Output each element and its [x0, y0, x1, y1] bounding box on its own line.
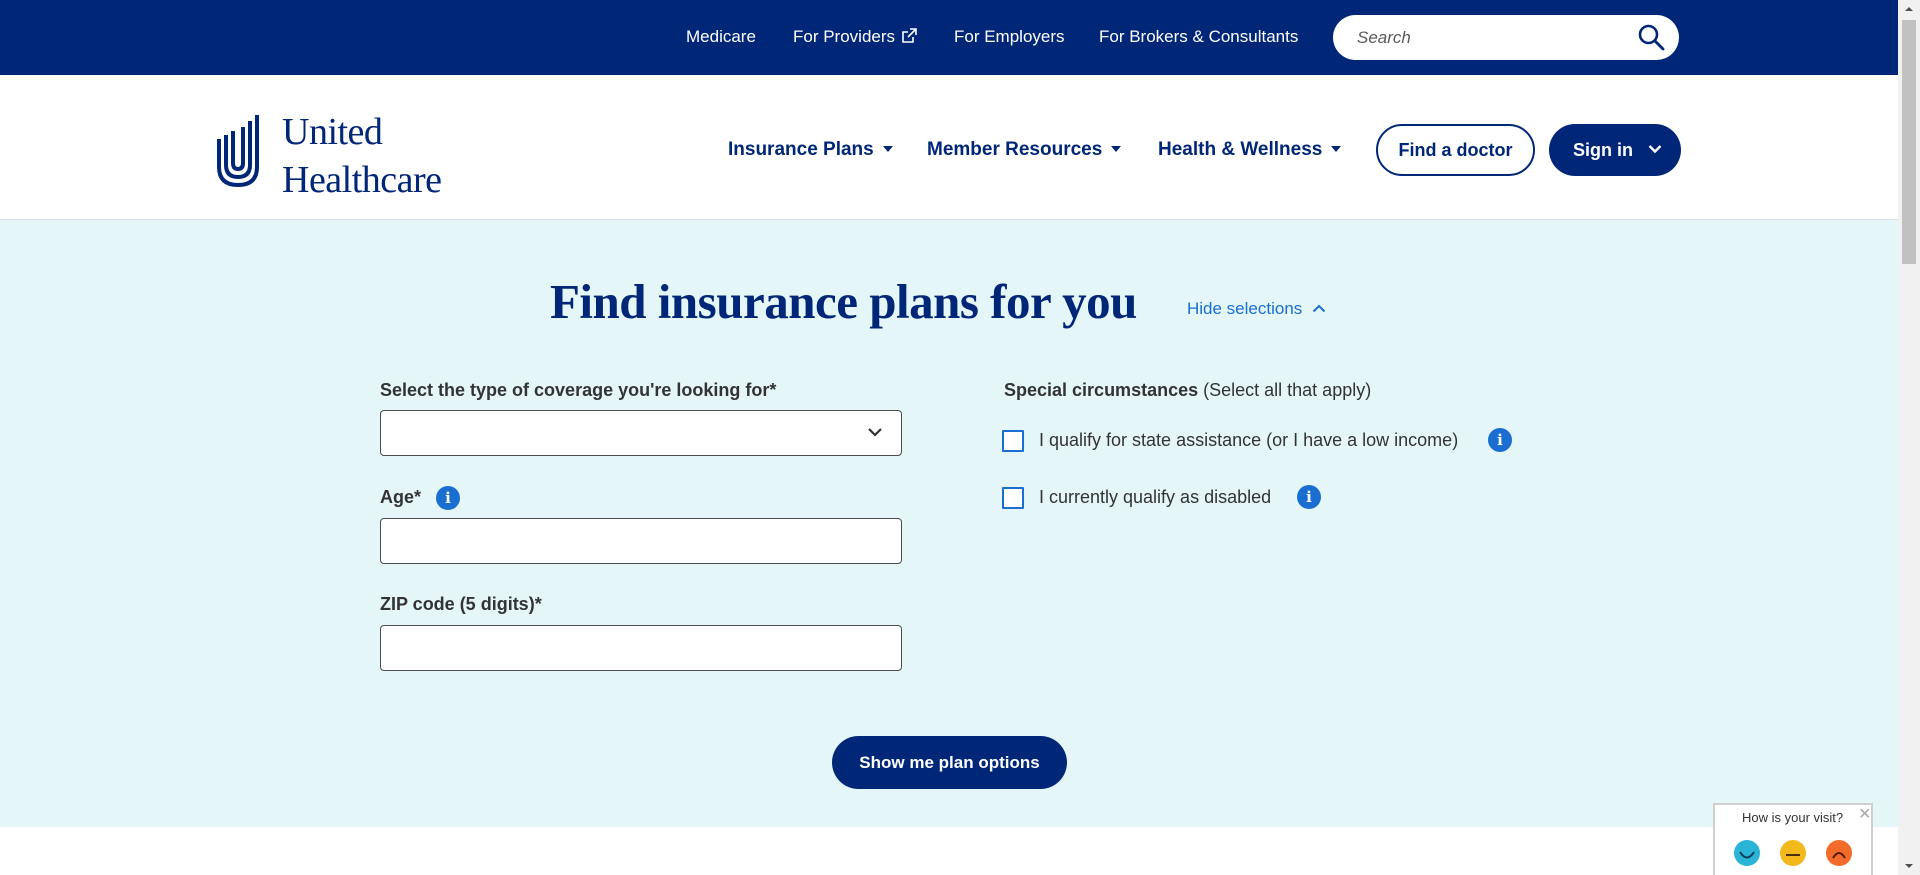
age-input[interactable]: [380, 518, 902, 564]
zip-input[interactable]: [380, 625, 902, 671]
caret-down-icon: [1331, 146, 1342, 152]
show-plan-options-button[interactable]: Show me plan options: [832, 736, 1067, 789]
page-title: Find insurance plans for you: [550, 274, 1137, 329]
plan-finder-section: Find insurance plans for you Hide select…: [0, 220, 1898, 827]
logo-line-1: United: [282, 111, 383, 153]
utility-bar: Medicare For Providers For Employers For…: [0, 0, 1898, 75]
logo-wordmark: United Healthcare: [282, 113, 442, 199]
chevron-down-icon: [868, 428, 882, 437]
age-info-icon[interactable]: i: [436, 486, 460, 510]
uhc-u-mark-icon: [217, 115, 259, 188]
sad-face-icon[interactable]: [1825, 839, 1853, 867]
feedback-widget: How is your visit? ✕: [1713, 803, 1873, 875]
find-a-doctor-button[interactable]: Find a doctor: [1376, 124, 1535, 176]
disabled-info-icon[interactable]: i: [1297, 485, 1321, 509]
state-assistance-checkbox[interactable]: [1002, 430, 1024, 452]
caret-down-icon: [1111, 146, 1122, 152]
hide-selections-toggle[interactable]: Hide selections: [1187, 298, 1326, 320]
coverage-select[interactable]: [380, 410, 902, 456]
link-medicare[interactable]: Medicare: [686, 26, 756, 48]
link-for-providers-label: For Providers: [793, 27, 896, 46]
scroll-up-arrow-icon[interactable]: [1898, 0, 1920, 18]
search-input[interactable]: [1355, 24, 1625, 51]
scroll-down-arrow-icon[interactable]: [1898, 857, 1920, 875]
special-circumstances-heading: Special circumstances (Select all that a…: [1004, 379, 1371, 401]
state-assistance-label[interactable]: I qualify for state assistance (or I hav…: [1039, 429, 1458, 451]
logo-line-2: Healthcare: [282, 159, 442, 201]
chevron-up-icon: [1313, 304, 1326, 313]
chevron-down-icon: [1648, 145, 1662, 154]
nav-health-wellness-label: Health & Wellness: [1158, 139, 1323, 160]
sign-in-label: Sign in: [1573, 140, 1633, 160]
zip-label: ZIP code (5 digits)*: [380, 594, 542, 614]
link-for-employers[interactable]: For Employers: [954, 26, 1065, 48]
scrollbar-thumb[interactable]: [1902, 20, 1916, 264]
special-circumstances-hint: (Select all that apply): [1203, 380, 1372, 400]
disabled-label[interactable]: I currently qualify as disabled: [1039, 486, 1271, 508]
link-for-providers[interactable]: For Providers: [793, 26, 917, 48]
nav-insurance-plans-label: Insurance Plans: [728, 139, 874, 160]
nav-insurance-plans[interactable]: Insurance Plans: [728, 137, 893, 163]
search-icon[interactable]: [1637, 23, 1665, 51]
caret-down-icon: [882, 146, 893, 152]
sign-in-button[interactable]: Sign in: [1549, 124, 1681, 176]
search-box: [1333, 15, 1679, 60]
main-header: United Healthcare Insurance Plans Member…: [0, 75, 1898, 220]
nav-member-resources[interactable]: Member Resources: [927, 137, 1122, 163]
close-icon[interactable]: ✕: [1858, 807, 1871, 823]
disabled-checkbox[interactable]: [1002, 487, 1024, 509]
page-scrollbar[interactable]: [1898, 0, 1920, 875]
age-label: Age*: [380, 487, 422, 507]
nav-member-resources-label: Member Resources: [927, 139, 1103, 160]
special-circumstances-title: Special circumstances: [1004, 380, 1199, 400]
link-for-brokers[interactable]: For Brokers & Consultants: [1099, 26, 1298, 48]
coverage-label: Select the type of coverage you're looki…: [380, 380, 777, 400]
nav-health-wellness[interactable]: Health & Wellness: [1158, 137, 1342, 163]
neutral-face-icon[interactable]: [1779, 839, 1807, 867]
hide-selections-label: Hide selections: [1187, 299, 1303, 318]
unitedhealthcare-logo[interactable]: United Healthcare: [216, 113, 466, 199]
happy-face-icon[interactable]: [1733, 839, 1761, 867]
state-assistance-info-icon[interactable]: i: [1488, 428, 1512, 452]
feedback-question: How is your visit?: [1742, 810, 1844, 825]
external-link-icon: [902, 28, 917, 43]
